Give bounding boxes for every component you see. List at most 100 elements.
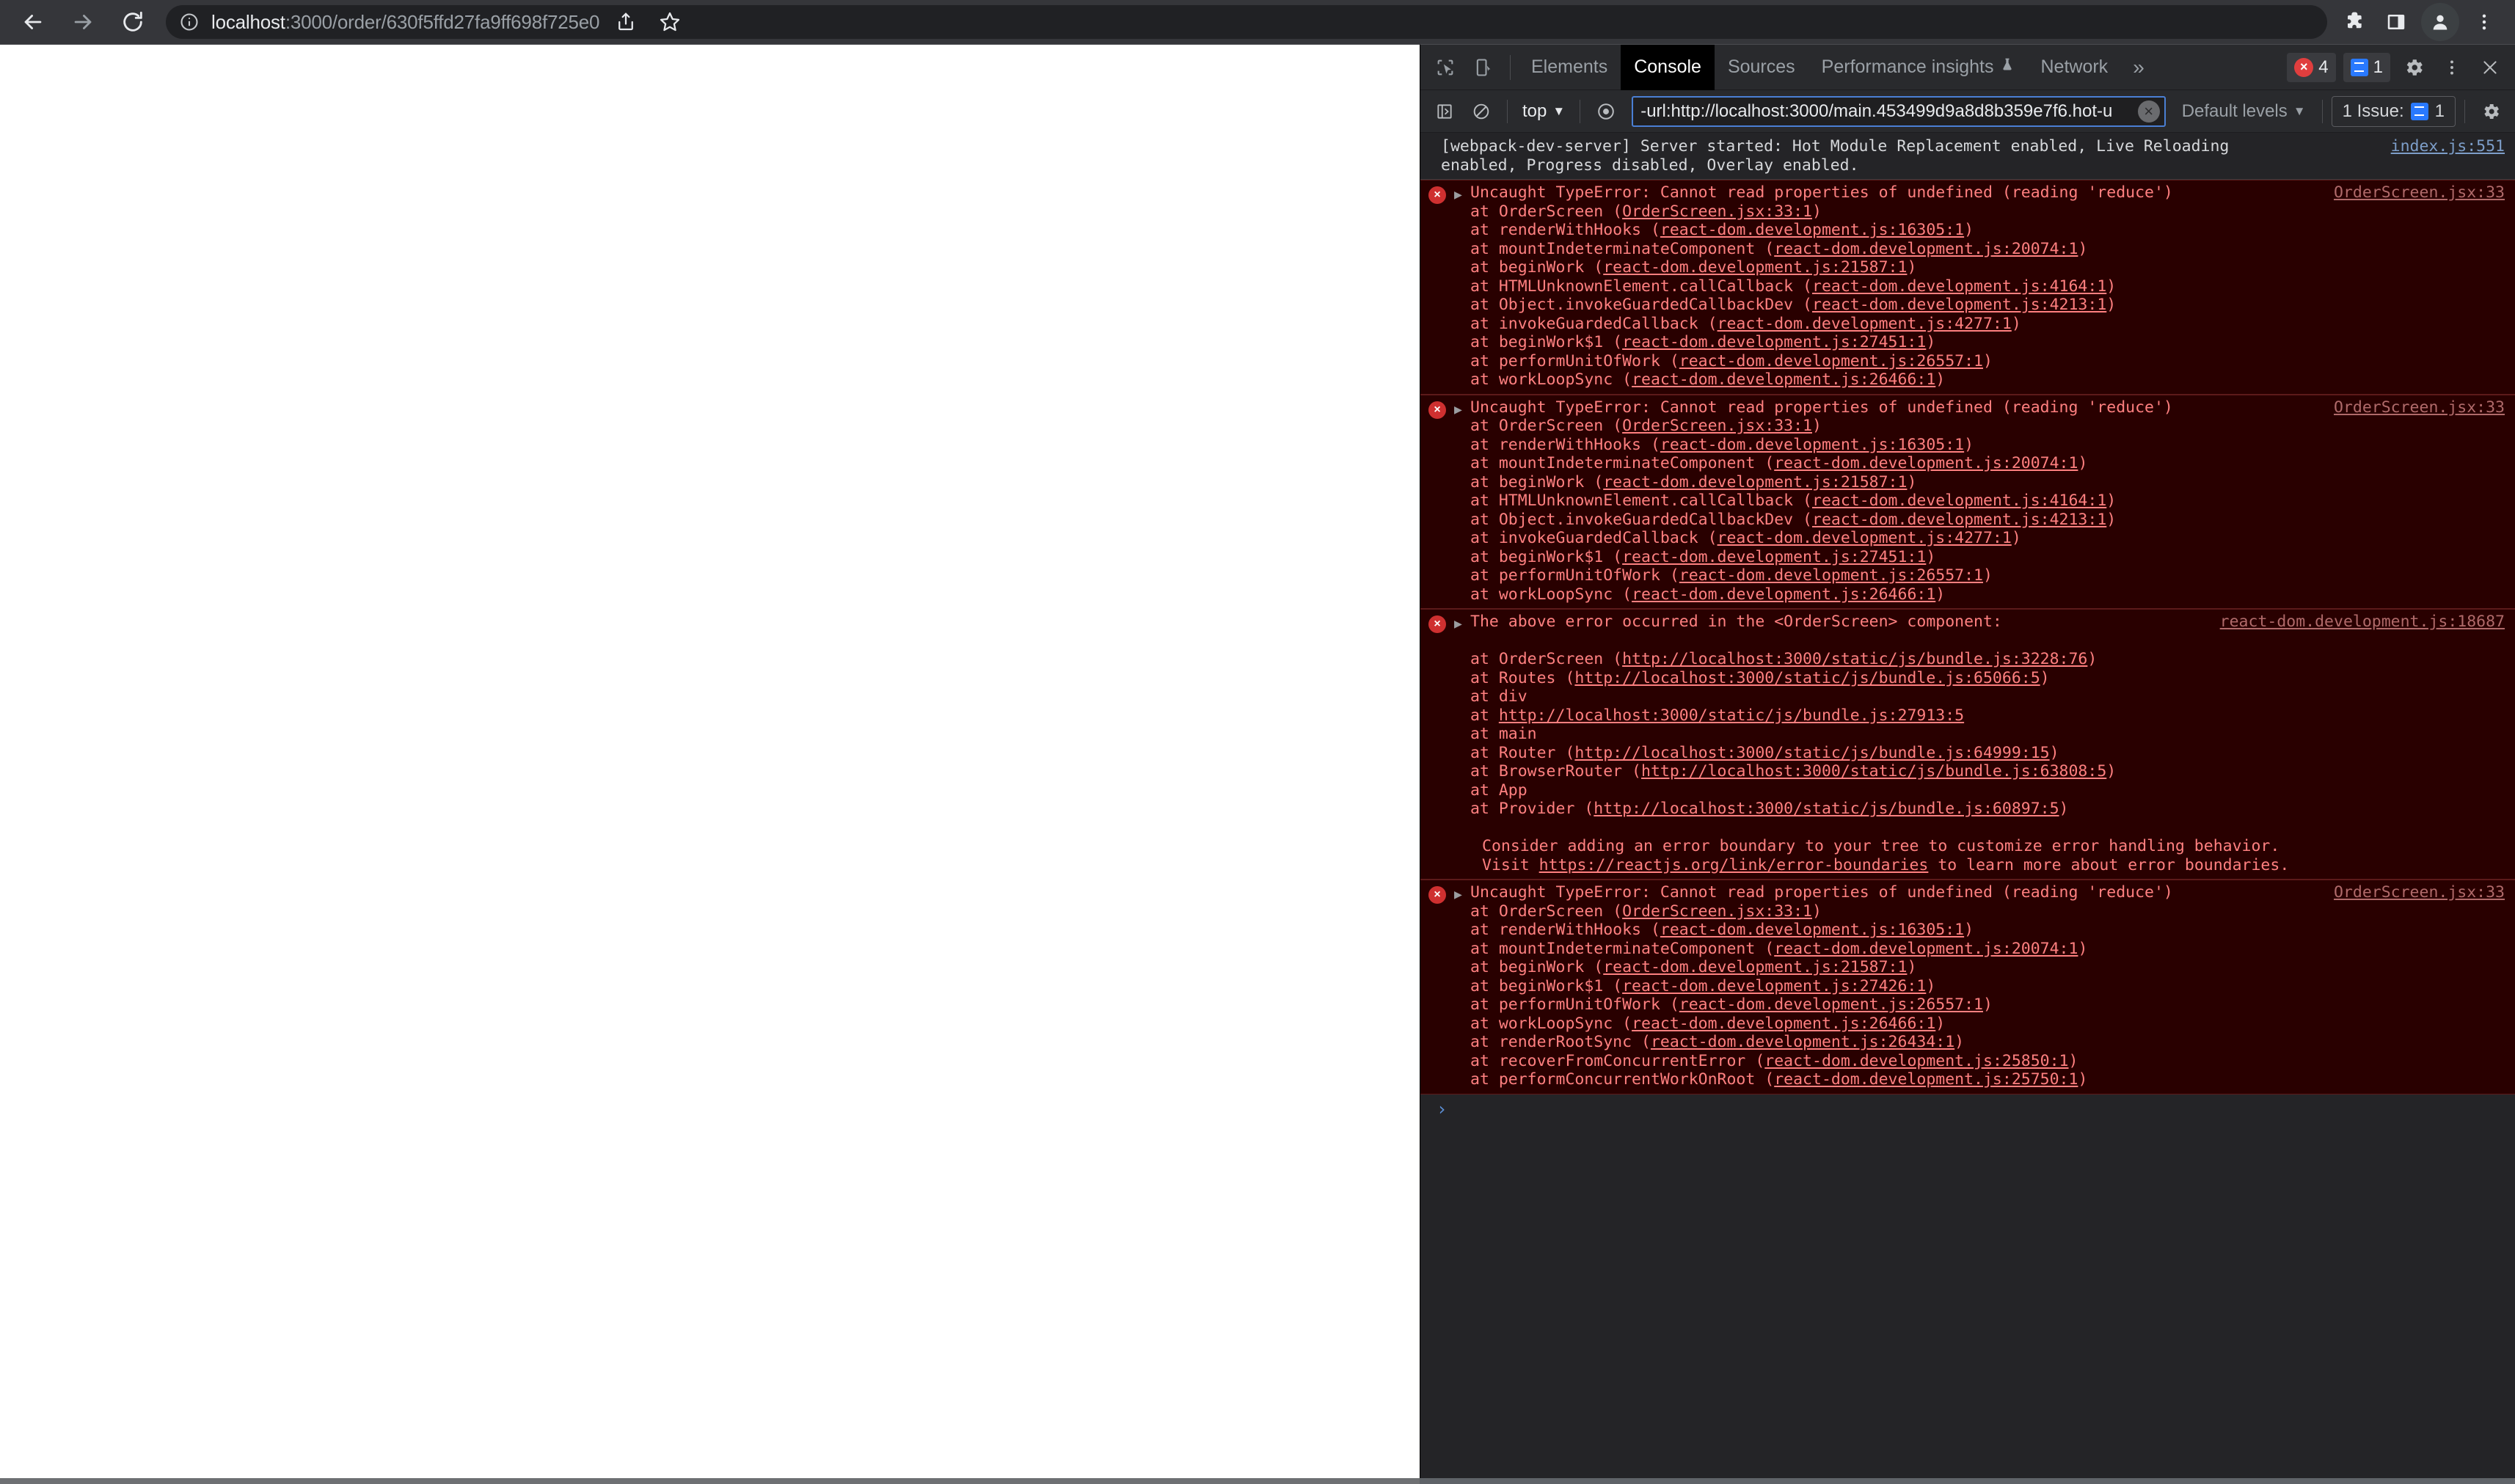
share-icon[interactable] bbox=[605, 1, 646, 43]
stack-frame-suffix: ) bbox=[1907, 258, 1917, 277]
console-prompt[interactable]: › bbox=[1420, 1094, 2515, 1119]
stack-frame-link[interactable]: react-dom.development.js:4213:1 bbox=[1812, 511, 2106, 529]
console-message-error: × ▶ The above error occurred in the <Order… bbox=[1420, 609, 2515, 880]
stack-frame-link[interactable]: react-dom.development.js:26466:1 bbox=[1632, 370, 1935, 389]
stack-frame-link[interactable]: OrderScreen.jsx:33:1 bbox=[1622, 202, 1812, 221]
back-button[interactable] bbox=[10, 0, 56, 45]
error-icon-wrapper: × bbox=[1420, 398, 1454, 419]
stack-frame-link[interactable]: react-dom.development.js:16305:1 bbox=[1660, 436, 1964, 454]
stack-frame-link[interactable]: react-dom.development.js:20074:1 bbox=[1774, 940, 2078, 958]
stack-frame-link[interactable]: OrderScreen.jsx:33:1 bbox=[1622, 417, 1812, 435]
stack-frame-link[interactable]: react-dom.development.js:4164:1 bbox=[1812, 491, 2106, 510]
inspect-element-icon[interactable] bbox=[1426, 48, 1464, 87]
stack-frame-link[interactable]: OrderScreen.jsx:33:1 bbox=[1622, 902, 1812, 921]
chrome-menu-icon[interactable] bbox=[2464, 1, 2505, 43]
stack-frame-link[interactable]: http://localhost:3000/static/js/bundle.j… bbox=[1499, 706, 1964, 725]
stack-frame-text: at performUnitOfWork ( bbox=[1470, 351, 1679, 370]
stack-frame-link[interactable]: react-dom.development.js:21587:1 bbox=[1603, 473, 1907, 491]
stack-frame-suffix: ) bbox=[2078, 1070, 2088, 1089]
log-level-selector[interactable]: Default levels ▼ bbox=[2175, 101, 2313, 122]
console-settings-icon[interactable] bbox=[2474, 95, 2508, 128]
expand-triangle-icon[interactable]: ▶ bbox=[1454, 883, 1470, 904]
stack-frame-link[interactable]: react-dom.development.js:26557:1 bbox=[1679, 995, 1983, 1014]
stack-frame-link[interactable]: http://localhost:3000/static/js/bundle.j… bbox=[1641, 762, 2106, 781]
stack-frame-suffix: ) bbox=[1964, 221, 1974, 239]
stack-frame-link[interactable]: react-dom.development.js:4277:1 bbox=[1718, 315, 2012, 333]
console-source-link[interactable]: OrderScreen.jsx:33 bbox=[2334, 398, 2505, 417]
stack-frame-link[interactable]: react-dom.development.js:21587:1 bbox=[1603, 258, 1907, 277]
stack-frame-link[interactable]: react-dom.development.js:20074:1 bbox=[1774, 454, 2078, 472]
tab-elements[interactable]: Elements bbox=[1518, 45, 1621, 90]
forward-button[interactable] bbox=[60, 0, 106, 45]
stack-frame-text: at OrderScreen ( bbox=[1470, 650, 1623, 668]
stack-frame-link[interactable]: react-dom.development.js:26434:1 bbox=[1651, 1033, 1954, 1051]
stack-frame-link[interactable]: http://localhost:3000/static/js/bundle.j… bbox=[1574, 669, 2040, 687]
site-info-icon[interactable] bbox=[179, 12, 200, 32]
navigation-buttons bbox=[0, 0, 156, 45]
reload-button[interactable] bbox=[110, 0, 156, 45]
clear-filter-icon[interactable]: × bbox=[2137, 100, 2160, 123]
console-source-link[interactable]: OrderScreen.jsx:33 bbox=[2334, 183, 2505, 202]
stack-frame-link[interactable]: react-dom.development.js:16305:1 bbox=[1660, 221, 1964, 239]
stack-frame-link[interactable]: react-dom.development.js:16305:1 bbox=[1660, 921, 1964, 939]
profile-avatar[interactable] bbox=[2421, 3, 2459, 41]
expand-triangle-icon[interactable]: ▶ bbox=[1454, 398, 1470, 420]
side-panel-icon[interactable] bbox=[2376, 1, 2417, 43]
expand-triangle-icon[interactable]: ▶ bbox=[1454, 613, 1470, 634]
live-expression-eye-icon[interactable] bbox=[1589, 95, 1623, 128]
stack-frame-suffix: ) bbox=[1926, 976, 1936, 995]
tab-sources[interactable]: Sources bbox=[1715, 45, 1808, 90]
clear-console-icon[interactable] bbox=[1464, 95, 1498, 128]
stack-frame-link[interactable]: react-dom.development.js:4277:1 bbox=[1718, 529, 2012, 547]
stack-frame-link[interactable]: react-dom.development.js:25750:1 bbox=[1774, 1070, 2078, 1089]
stack-frame-text: at mountIndeterminateComponent ( bbox=[1470, 239, 1775, 258]
close-devtools-icon[interactable] bbox=[2471, 48, 2509, 87]
devtools-horizontal-scrollbar[interactable] bbox=[1420, 1478, 2515, 1484]
stack-frame-link[interactable]: react-dom.development.js:26557:1 bbox=[1679, 566, 1983, 585]
console-filter-input[interactable]: -url:http://localhost:3000/main.453499d9… bbox=[1632, 95, 2166, 127]
devtools-more-options-icon[interactable] bbox=[2433, 48, 2471, 87]
stack-frame-text: at mountIndeterminateComponent ( bbox=[1470, 454, 1775, 472]
stack-frame-link[interactable]: react-dom.development.js:20074:1 bbox=[1774, 240, 2078, 258]
tab-network[interactable]: Network bbox=[2028, 45, 2122, 90]
error-boundaries-doc-link[interactable]: https://reactjs.org/link/error-boundarie… bbox=[1539, 856, 1929, 874]
stack-frame-suffix: ) bbox=[1926, 333, 1936, 351]
expand-triangle-icon[interactable]: ▶ bbox=[1454, 183, 1470, 205]
stack-frame-link[interactable]: http://localhost:3000/static/js/bundle.j… bbox=[1622, 650, 2087, 668]
note-line: Visit https://reactjs.org/link/error-bou… bbox=[1482, 856, 2505, 875]
bookmark-star-icon[interactable] bbox=[649, 1, 690, 43]
console-source-link[interactable]: index.js:551 bbox=[2391, 137, 2505, 156]
device-toolbar-icon[interactable] bbox=[1464, 48, 1503, 87]
stack-frame-link[interactable]: react-dom.development.js:26557:1 bbox=[1679, 352, 1983, 370]
issues-count: 1 bbox=[2434, 100, 2445, 121]
tab-performance-insights[interactable]: Performance insights bbox=[1808, 45, 2028, 90]
stack-frame-link[interactable]: react-dom.development.js:26466:1 bbox=[1632, 585, 1935, 604]
console-output[interactable]: [webpack-dev-server] Server started: Hot… bbox=[1420, 133, 2515, 1478]
stack-frame-link[interactable]: http://localhost:3000/static/js/bundle.j… bbox=[1574, 744, 2049, 762]
stack-frame-link[interactable]: react-dom.development.js:4213:1 bbox=[1812, 296, 2106, 314]
stack-frame-link[interactable]: react-dom.development.js:26466:1 bbox=[1632, 1015, 1935, 1033]
stack-frame-link[interactable]: react-dom.development.js:4164:1 bbox=[1812, 277, 2106, 296]
console-filter-value: -url:http://localhost:3000/main.453499d9… bbox=[1640, 100, 2113, 121]
extensions-icon[interactable] bbox=[2335, 1, 2376, 43]
info-count-badge[interactable]: 1 bbox=[2343, 52, 2390, 82]
issues-indicator[interactable]: 1 Issue: 1 bbox=[2331, 95, 2456, 127]
stack-frame-text: at Object.invokeGuardedCallbackDev ( bbox=[1470, 510, 1812, 529]
stack-frame-link[interactable]: react-dom.development.js:27451:1 bbox=[1622, 333, 1926, 351]
stack-frame-link[interactable]: react-dom.development.js:25850:1 bbox=[1764, 1052, 2068, 1070]
address-bar[interactable]: localhost:3000/order/630f5ffd27fa9ff698f… bbox=[166, 5, 2327, 39]
console-sidebar-icon[interactable] bbox=[1428, 95, 1461, 128]
devtools-settings-icon[interactable] bbox=[2395, 48, 2433, 87]
stack-frame-link[interactable]: react-dom.development.js:27426:1 bbox=[1622, 977, 1926, 995]
page-horizontal-scrollbar[interactable] bbox=[0, 1478, 1420, 1484]
console-source-link[interactable]: react-dom.development.js:18687 bbox=[2220, 613, 2505, 632]
url-path: :3000/order/630f5ffd27fa9ff698f725e0 bbox=[285, 10, 600, 33]
execution-context-selector[interactable]: top ▼ bbox=[1516, 101, 1571, 122]
console-source-link[interactable]: OrderScreen.jsx:33 bbox=[2334, 883, 2505, 902]
stack-frame-link[interactable]: react-dom.development.js:27451:1 bbox=[1622, 548, 1926, 566]
stack-frame-link[interactable]: http://localhost:3000/static/js/bundle.j… bbox=[1594, 800, 2059, 818]
tab-console[interactable]: Console bbox=[1621, 44, 1715, 90]
more-tabs-button[interactable]: » bbox=[2121, 56, 2156, 79]
stack-frame-link[interactable]: react-dom.development.js:21587:1 bbox=[1603, 958, 1907, 976]
error-count-badge[interactable]: × 4 bbox=[2287, 52, 2336, 82]
